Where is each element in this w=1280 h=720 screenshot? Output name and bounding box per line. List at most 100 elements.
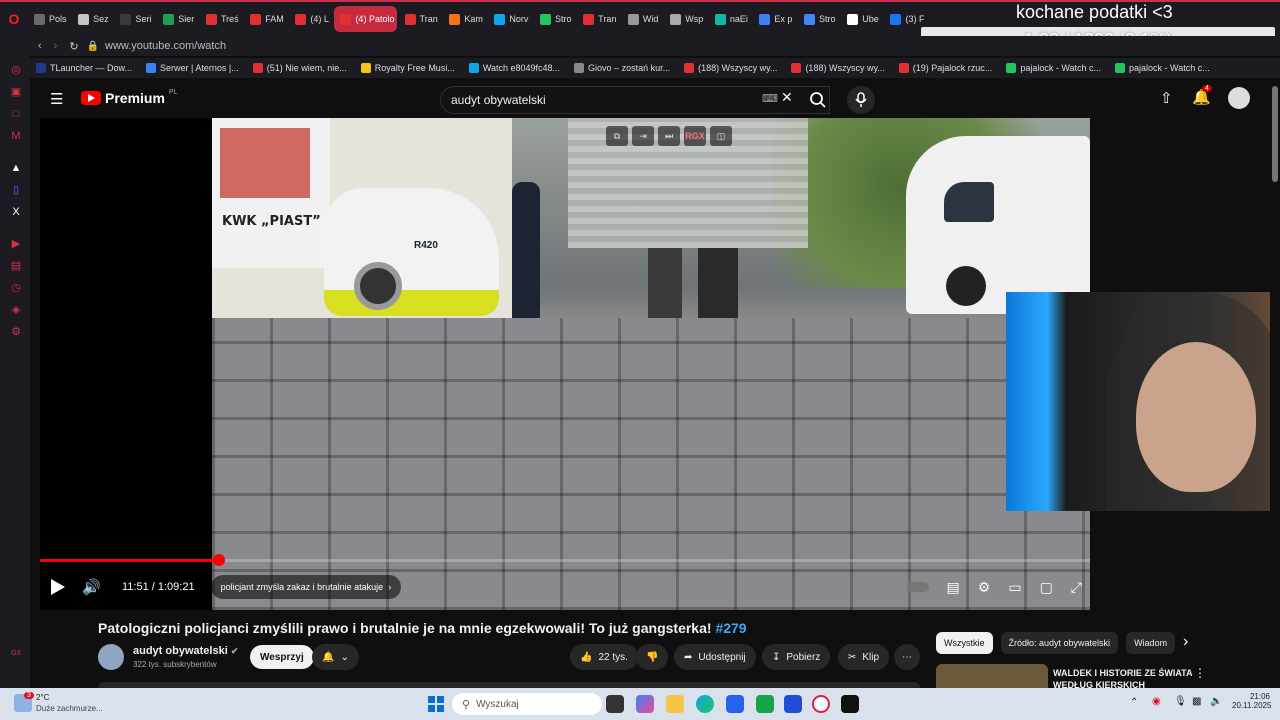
clear-search-icon[interactable]: ✕ — [781, 89, 793, 106]
bookmark-item[interactable]: Royalty Free Musi... — [360, 63, 455, 73]
autoplay-toggle[interactable] — [906, 582, 929, 592]
scrollbar-thumb[interactable] — [1272, 86, 1278, 182]
bookmark-item[interactable]: (188) Wszyscy wy... — [791, 63, 885, 73]
tray-chevron-icon[interactable]: ⌃ — [1130, 697, 1138, 708]
video-hashtag[interactable]: #279 — [715, 620, 746, 636]
tray-mic-icon[interactable]: 🎙 — [1174, 696, 1187, 707]
support-button[interactable]: Wesprzyj — [250, 645, 314, 669]
browser-tab[interactable]: Ube — [841, 6, 882, 32]
menu-icon[interactable]: ☰ — [50, 90, 63, 108]
browser-tab[interactable]: Wid — [622, 6, 662, 32]
sidebar-gx-icon[interactable]: GX — [10, 648, 22, 660]
bookmark-item[interactable]: pajalock - Watch c... — [1006, 63, 1101, 73]
browser-tab[interactable]: Tran — [577, 6, 620, 32]
sidebar-aria-icon[interactable]: ◎ — [10, 64, 22, 76]
popout-icon[interactable]: ⧉ — [606, 126, 628, 146]
subtitles-icon[interactable]: ▤ — [947, 579, 960, 596]
tray-volume-icon[interactable]: 🔈 — [1210, 696, 1222, 707]
sidebar-twitch-icon[interactable]: ▯ — [10, 184, 22, 196]
chips-next-icon[interactable]: › — [1183, 633, 1188, 651]
task-view-icon[interactable] — [606, 695, 624, 713]
bookmark-item[interactable]: Watch e8049fc48... — [468, 63, 560, 73]
reload-icon[interactable]: ↻ — [69, 40, 78, 53]
browser-tab[interactable]: Treś — [200, 6, 242, 32]
sidebar-toggle-icon[interactable]: ◫ — [710, 126, 732, 146]
browser-tab[interactable]: Sez — [72, 6, 112, 32]
sidebar-wallet-icon[interactable]: ▤ — [10, 260, 22, 272]
notifications-button[interactable]: 🔔 4 — [1192, 85, 1212, 107]
clip-button[interactable]: ✂ Klip — [838, 644, 890, 670]
browser-tab[interactable]: Sier — [157, 6, 198, 32]
bookmark-item[interactable]: pajalock - Watch c... — [1115, 63, 1210, 73]
browser-tab[interactable]: Tran — [399, 6, 442, 32]
bookmark-item[interactable]: Giovo – zostań kur... — [574, 63, 670, 73]
browser-tab[interactable]: Stro — [798, 6, 839, 32]
edge-icon[interactable] — [696, 695, 714, 713]
avatar[interactable] — [1228, 87, 1250, 109]
taskbar-search[interactable]: ⚲ Wyszukaj — [452, 693, 602, 715]
filter-chip[interactable]: Źródło: audyt obywatelski — [1000, 632, 1119, 654]
search-button[interactable] — [800, 86, 836, 114]
file-explorer-icon[interactable] — [666, 695, 684, 713]
play-button[interactable] — [40, 574, 76, 600]
browser-tab[interactable]: Wsp — [664, 6, 707, 32]
bookmark-item[interactable]: (188) Wszyscy wy... — [684, 63, 777, 73]
browser-tab[interactable]: Norv — [488, 6, 532, 32]
recommendation-thumbnail[interactable] — [936, 664, 1048, 688]
browser-tab[interactable]: (4) Patolo — [334, 6, 397, 32]
sidebar-app-icon[interactable]: ▲ — [10, 162, 22, 174]
tray-network-icon[interactable]: ▩ — [1192, 696, 1201, 707]
progress-bar[interactable] — [40, 554, 1090, 566]
store-icon[interactable] — [726, 695, 744, 713]
sidebar-x-icon[interactable]: X — [10, 206, 22, 218]
opera-gx-icon[interactable] — [812, 695, 830, 713]
recommendation-menu-icon[interactable]: ⋮ — [1194, 666, 1206, 680]
page-scrollbar[interactable] — [1270, 78, 1280, 688]
download-button[interactable]: ↧ Pobierz — [762, 644, 831, 670]
share-button[interactable]: ➦ Udostępnij — [674, 644, 756, 670]
rgx-button[interactable]: RGX — [684, 126, 706, 146]
url-field[interactable]: www.youtube.com/watch — [105, 40, 226, 52]
chapter-button[interactable]: policjant zmyśla zakaz i brutalnie ataku… — [210, 575, 402, 599]
bookmark-item[interactable]: (19) Pajalock rzuc... — [898, 63, 992, 73]
sidebar-history-icon[interactable]: ◷ — [10, 282, 22, 294]
browser-tab[interactable]: FAM — [244, 6, 287, 32]
video-player[interactable]: KWK „PIAST” R420 ⧉ ⇥ ⏭ RGX ◫ — [40, 118, 1090, 610]
browser-tab[interactable]: Ex p — [753, 6, 796, 32]
settings-icon[interactable]: ⚙ — [978, 579, 991, 596]
upload-icon[interactable]: ⇧ — [1160, 89, 1173, 107]
filter-chip[interactable]: Wiadom — [1126, 632, 1176, 654]
fullscreen-icon[interactable]: ⤢ — [1071, 579, 1082, 596]
browser-tab[interactable]: Pols — [28, 6, 70, 32]
clock[interactable]: 21:06 20.11.2025 — [1232, 692, 1271, 710]
youtube-logo[interactable]: Premium PL — [81, 89, 177, 106]
filter-chip[interactable]: Wszystkie — [936, 632, 993, 654]
dislike-button[interactable]: 👎 — [636, 644, 669, 670]
browser-tab[interactable]: Kam — [443, 6, 486, 32]
mute-button[interactable]: 🔊 — [82, 578, 108, 596]
browser-tab[interactable]: Seri — [114, 6, 155, 32]
channel-name[interactable]: audyt obywatelski ✔ — [133, 645, 238, 657]
bookmark-item[interactable]: Serwer | Aternos |... — [146, 63, 239, 73]
subscription-bell-button[interactable]: 🔔 ⌄ — [312, 644, 359, 670]
progress-scrubber[interactable] — [212, 554, 225, 566]
copilot-icon[interactable] — [636, 695, 654, 713]
bookmark-item[interactable]: TLauncher — Dow... — [36, 63, 132, 73]
windows-start-icon[interactable] — [428, 696, 444, 712]
spotify-icon[interactable] — [841, 695, 859, 713]
visual-studio-icon[interactable] — [784, 695, 802, 713]
sidebar-games-icon[interactable]: ▣ — [10, 86, 22, 98]
voice-search-button[interactable] — [847, 86, 875, 114]
forward-icon[interactable]: › — [54, 40, 58, 52]
back-icon[interactable]: ‹ — [38, 40, 42, 52]
sidebar-messenger-icon[interactable]: □ — [10, 108, 22, 120]
more-actions-button[interactable]: ⋯ — [894, 644, 920, 670]
tray-app-icon[interactable]: ◉ — [1152, 696, 1161, 707]
sidebar-settings-icon[interactable]: ⚙ — [10, 326, 22, 338]
sidebar-gmail-icon[interactable]: M — [10, 130, 22, 142]
keyboard-icon[interactable]: ⌨ — [762, 92, 778, 105]
sidebar-extensions-icon[interactable]: ◈ — [10, 304, 22, 316]
channel-avatar[interactable] — [98, 644, 124, 670]
browser-tab[interactable]: Stro — [534, 6, 575, 32]
opera-logo-icon[interactable]: O — [0, 2, 28, 36]
